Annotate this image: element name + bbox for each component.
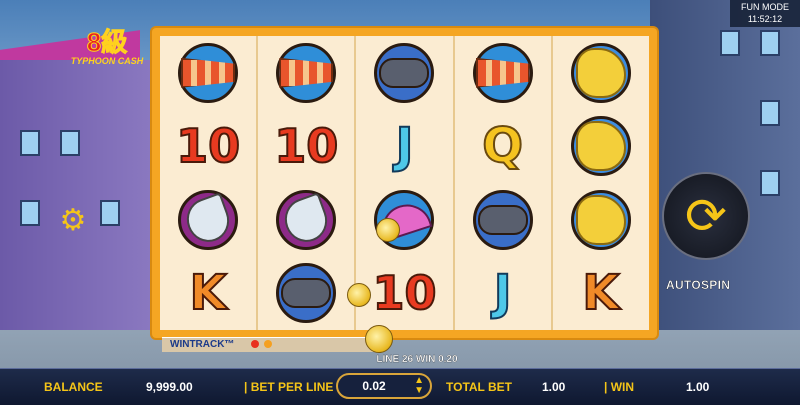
- reel-cell: [553, 36, 649, 110]
- win-coin-icon: [365, 325, 393, 353]
- reel-cell: K: [160, 257, 256, 331]
- balance-value: 9,999.00: [146, 380, 193, 394]
- total-bet-value: 1.00: [542, 380, 566, 394]
- wintrack-label: WINTRACK™: [170, 339, 235, 350]
- autospin-button[interactable]: ⟳ AUTOSPIN: [660, 170, 752, 292]
- total-bet-label: TOTAL BET: [446, 380, 512, 394]
- dish-icon: [276, 189, 337, 250]
- building-window: [720, 30, 740, 56]
- bet-per-line-label: | BET PER LINE: [244, 380, 334, 394]
- reel-cell: J: [356, 110, 452, 184]
- windsock-icon: [178, 42, 239, 103]
- coin-icon: [347, 283, 371, 307]
- coin-icon: [376, 218, 400, 242]
- building-window: [60, 130, 80, 156]
- reel-cell: [160, 36, 256, 110]
- wintrack-bar: WINTRACK™: [162, 337, 380, 352]
- reel-cell: [258, 183, 354, 257]
- reel-3: J 10: [356, 36, 453, 330]
- reel-cell: [455, 36, 551, 110]
- wintrack-red-dot-icon: [251, 340, 260, 349]
- logo-main-text: 8級: [86, 27, 128, 57]
- game-logo: 8級 TYPHOON CASH: [68, 28, 146, 78]
- storm-cloud-icon: [374, 42, 435, 103]
- reel-cell: [356, 183, 452, 257]
- map-graphic: [575, 121, 626, 172]
- reel-cell: J: [455, 257, 551, 331]
- windsock-graphic: [279, 57, 334, 88]
- reel-cell: [553, 110, 649, 184]
- reel-2: 10: [258, 36, 355, 331]
- symbol-j: J: [395, 118, 415, 175]
- cloud-graphic: [281, 278, 332, 309]
- building-window: [760, 100, 780, 126]
- reel-cell: [258, 257, 354, 331]
- dish-icon: [178, 189, 239, 250]
- reel-cell: [553, 183, 649, 257]
- wintrack-orange-dot-icon: [264, 340, 272, 349]
- reels-grid: 10 K 10 J 10 Q J K: [160, 36, 649, 330]
- windsock-graphic: [475, 57, 530, 88]
- building-window: [760, 30, 780, 56]
- symbol-k: K: [188, 265, 227, 322]
- storm-cloud-icon: [472, 189, 533, 250]
- building-window: [760, 170, 780, 196]
- reel-cell: 10: [160, 110, 256, 184]
- symbol-10: 10: [175, 119, 241, 174]
- reel-cell: 10: [258, 110, 354, 184]
- windsock-icon: [276, 42, 337, 103]
- reel-5: K: [552, 36, 649, 331]
- reel-cell: [258, 36, 354, 110]
- reel-cell: Q: [455, 110, 551, 184]
- balance-label: BALANCE: [44, 380, 103, 394]
- bet-per-line-value: 0.02: [362, 379, 386, 393]
- map-graphic: [575, 47, 626, 98]
- win-value: 1.00: [686, 380, 710, 394]
- cloud-graphic: [379, 57, 430, 88]
- satellite-dish-graphic: [279, 191, 334, 248]
- line-win-text: LINE 26 WIN 0.20: [376, 354, 458, 365]
- symbol-10: 10: [371, 266, 437, 321]
- left-building: [0, 60, 150, 330]
- reel-cell: [160, 183, 256, 257]
- building-window: [20, 200, 40, 226]
- map-graphic: [575, 194, 626, 245]
- bet-up-down-arrows-icon[interactable]: ▲ ▼: [414, 376, 424, 396]
- radar-map-icon: [570, 42, 631, 103]
- radar-map-icon: [570, 189, 631, 250]
- reels-frame: 10 K 10 J 10 Q J K: [152, 28, 657, 338]
- radar-map-icon: [570, 116, 631, 177]
- symbol-j: J: [493, 265, 513, 322]
- reel-4: QJ: [454, 36, 551, 331]
- symbol-q: Q: [481, 118, 524, 175]
- cloud-graphic: [477, 204, 528, 235]
- building-window: [20, 130, 40, 156]
- reel-1: 10 K: [160, 36, 257, 331]
- autospin-label: AUTOSPIN: [666, 278, 731, 292]
- satellite-dish-graphic: [180, 191, 236, 248]
- clock-time: 11:52:12: [747, 14, 783, 24]
- storm-cloud-icon: [276, 263, 337, 324]
- symbol-10: 10: [273, 119, 339, 174]
- windsock-icon: [472, 42, 533, 103]
- bet-per-line-stepper[interactable]: 0.02 ▲ ▼: [336, 373, 432, 399]
- reel-cell: [356, 36, 452, 110]
- reel-cell: K: [553, 257, 649, 331]
- settings-gear-icon[interactable]: ⚙: [58, 206, 88, 236]
- bottom-bar: BALANCE 9,999.00 | BET PER LINE 0.02 ▲ ▼ …: [0, 368, 800, 405]
- building-window: [100, 200, 120, 226]
- mode-status: FUN MODE 11:52:12: [730, 0, 800, 27]
- symbol-k: K: [581, 265, 620, 322]
- win-label: | WIN: [604, 380, 635, 394]
- reel-cell: [455, 183, 551, 257]
- autospin-arrows-icon: ⟳: [662, 172, 750, 260]
- logo-sub-text: TYPHOON CASH: [70, 56, 144, 66]
- mode-label: FUN MODE: [741, 2, 789, 12]
- windsock-graphic: [181, 57, 236, 88]
